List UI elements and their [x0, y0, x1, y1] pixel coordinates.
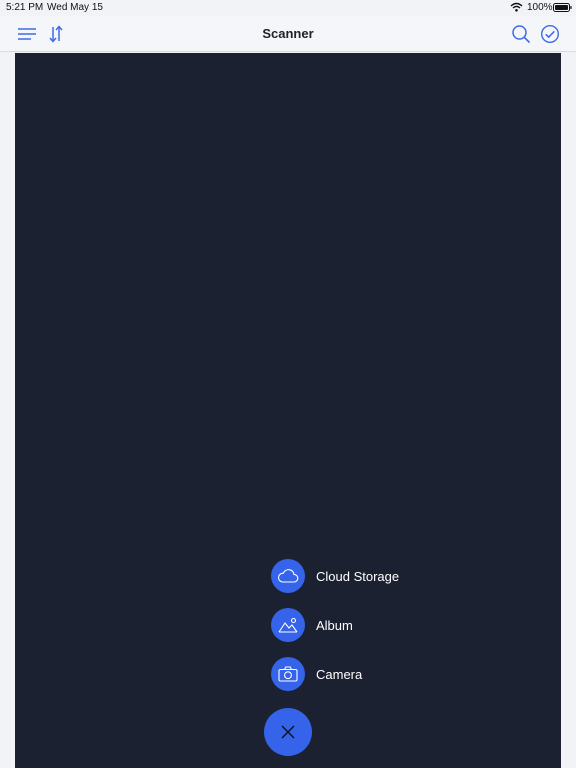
album-icon [278, 617, 298, 633]
battery-icon [553, 3, 572, 12]
status-time: 5:21 PM [6, 2, 44, 13]
album-option[interactable]: Album [271, 608, 353, 642]
close-icon [281, 725, 295, 739]
album-label: Album [316, 617, 353, 633]
navigation-bar: Scanner [0, 16, 576, 52]
camera-icon [278, 666, 298, 682]
cloud-storage-label: Cloud Storage [316, 568, 400, 584]
close-menu-button[interactable] [264, 708, 312, 756]
search-button[interactable] [510, 23, 532, 45]
select-button[interactable] [539, 23, 561, 45]
select-check-icon [540, 24, 560, 44]
album-button[interactable] [271, 608, 305, 642]
cloud-storage-option[interactable]: Cloud Storage [271, 559, 399, 593]
wifi-icon [510, 2, 523, 12]
status-bar: 5:21 PM Wed May 15 100% [0, 0, 576, 16]
battery-percentage: 100% [527, 2, 553, 13]
page-title: Scanner [262, 26, 314, 41]
camera-option[interactable]: Camera [271, 657, 362, 691]
status-date: Wed May 15 [47, 2, 103, 13]
camera-label: Camera [316, 666, 363, 682]
camera-button[interactable] [271, 657, 305, 691]
cloud-storage-button[interactable] [271, 559, 305, 593]
fab-menu-overlay[interactable]: Cloud Storage Album Camera [0, 53, 576, 768]
cloud-icon [278, 569, 299, 583]
search-icon [512, 25, 531, 44]
